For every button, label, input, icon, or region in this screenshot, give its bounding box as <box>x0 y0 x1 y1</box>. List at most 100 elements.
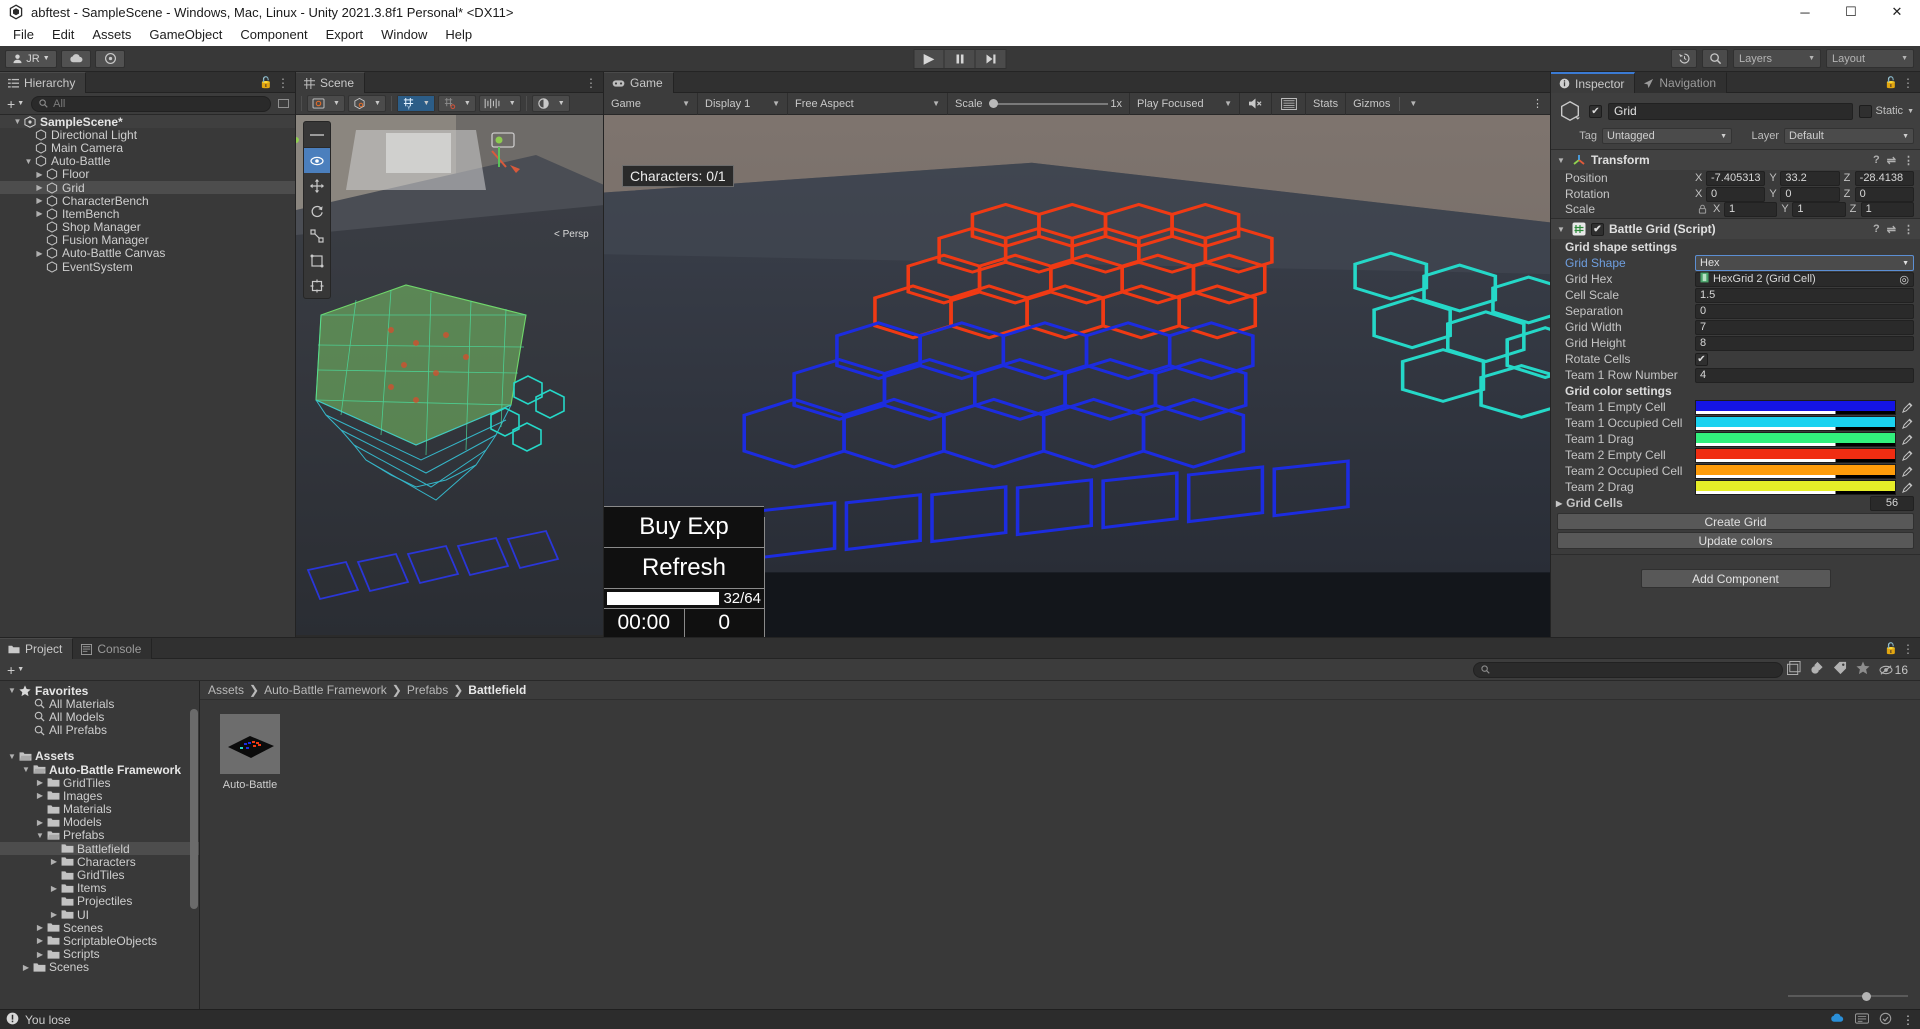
hierarchy-search-input[interactable]: All <box>31 95 271 112</box>
scale-x-field[interactable]: 1 <box>1724 201 1778 217</box>
chevron-right-icon[interactable]: ▶ <box>34 923 46 932</box>
step-button[interactable] <box>975 48 1007 69</box>
api-updating-icon[interactable] <box>1855 1012 1869 1028</box>
chevron-down-icon[interactable]: ▼ <box>6 752 18 761</box>
scene-2d-dropdown[interactable]: ▼ <box>370 96 385 111</box>
pause-button[interactable] <box>944 48 976 69</box>
project-tree-item-battlefield[interactable]: ▶Battlefield <box>0 842 199 856</box>
scene-gizmo-cube-icon[interactable] <box>349 96 370 111</box>
separation-field[interactable]: 0 <box>1695 303 1914 319</box>
scene-menu-icon[interactable]: ⋮ <box>585 76 597 90</box>
eyedropper-icon[interactable] <box>1900 466 1914 477</box>
chevron-right-icon[interactable]: ▶ <box>34 209 45 218</box>
transform-menu-icon[interactable]: ⋮ <box>1903 154 1914 167</box>
team-1-empty-cell-color-swatch[interactable] <box>1695 399 1896 415</box>
menu-item-assets[interactable]: Assets <box>83 24 140 46</box>
hierarchy-item-directional-light[interactable]: ▶Directional Light <box>0 128 295 142</box>
project-tree-item-characters[interactable]: ▶ Characters <box>0 855 199 869</box>
eyedropper-icon[interactable] <box>1900 418 1914 429</box>
eyedropper-icon[interactable] <box>1900 450 1914 461</box>
rotation-z-field[interactable]: 0 <box>1854 186 1914 202</box>
scene-grid-axis-icon[interactable]: Y <box>397 96 419 111</box>
project-tree-item-projectiles[interactable]: ▶Projectiles <box>0 894 199 908</box>
project-search-input[interactable] <box>1472 661 1783 678</box>
rotate-cells-checkbox[interactable]: ✔ <box>1695 352 1708 366</box>
project-tree-item-gridtiles[interactable]: ▶GridTiles <box>0 868 199 882</box>
grid-hex-object-field[interactable]: HexGrid 2 (Grid Cell) ◎ <box>1695 271 1914 287</box>
chevron-right-icon[interactable]: ▶ <box>34 249 45 258</box>
eyedropper-icon[interactable] <box>1900 402 1914 413</box>
chevron-right-icon[interactable]: ▶ <box>34 818 46 827</box>
hierarchy-item-itembench[interactable]: ▶ ItemBench <box>0 207 295 221</box>
asset-zoom-slider[interactable] <box>1788 990 1908 1002</box>
tag-dropdown[interactable]: Untagged ▼ <box>1602 128 1732 144</box>
team-2-occupied-cell-color-swatch[interactable] <box>1695 463 1896 479</box>
object-picker-icon[interactable]: ◎ <box>1899 273 1909 286</box>
chevron-right-icon[interactable]: ▶ <box>34 170 45 179</box>
rotate-tool-button[interactable] <box>304 198 330 223</box>
project-menu-icon[interactable]: ⋮ <box>1902 642 1914 656</box>
lock-icon[interactable]: 🔓 <box>259 76 273 89</box>
team-1-row-number-field[interactable]: 4 <box>1695 367 1914 383</box>
game-playmode-dropdown[interactable]: Play Focused ▼ <box>1130 92 1240 115</box>
grid-height-field[interactable]: 8 <box>1695 335 1914 351</box>
collab-status-icon[interactable] <box>1830 1012 1845 1027</box>
maximize-button[interactable]: ☐ <box>1828 0 1874 24</box>
static-checkbox[interactable] <box>1858 104 1872 118</box>
project-tree-item-ui[interactable]: ▶ UI <box>0 908 199 922</box>
chevron-down-icon[interactable]: ▼ <box>34 831 46 840</box>
project-tree-item-materials[interactable]: ▶Materials <box>0 802 199 816</box>
inspector-menu-icon[interactable]: ⋮ <box>1902 76 1914 90</box>
game-gizmos-button[interactable]: Gizmos ▼ <box>1346 93 1424 115</box>
preset-icon[interactable]: ⇌ <box>1887 223 1896 236</box>
project-tree-item-assets[interactable]: ▼ Assets <box>0 749 199 763</box>
refresh-button[interactable]: Refresh <box>604 548 764 589</box>
project-tree-item-prefabs[interactable]: ▼ Prefabs <box>0 828 199 842</box>
project-lock-icon[interactable]: 🔓 <box>1884 642 1898 655</box>
team-2-empty-cell-color-swatch[interactable] <box>1695 447 1896 463</box>
scene-grid-group[interactable]: Y ▼ <box>396 95 435 112</box>
preset-icon[interactable]: ⇌ <box>1887 154 1896 167</box>
add-component-button[interactable]: Add Component <box>1640 569 1831 588</box>
battle-grid-enabled-checkbox[interactable]: ✔ <box>1591 222 1604 236</box>
asset-item[interactable]: Auto-Battle <box>220 714 280 791</box>
grid-cells-count[interactable]: 56 <box>1870 495 1914 511</box>
game-mute-button[interactable] <box>1240 92 1272 115</box>
chevron-right-icon[interactable]: ▶ <box>20 963 32 972</box>
hierarchy-extra-icon[interactable] <box>275 96 291 112</box>
team-2-drag-color-swatch[interactable] <box>1695 479 1896 495</box>
battle-grid-header[interactable]: ▼ ✔ Battle Grid (Script) ? ⇌ ⋮ <box>1551 219 1920 239</box>
chevron-down-icon[interactable]: ▼ <box>20 765 32 774</box>
transform-tool-button[interactable] <box>304 273 330 298</box>
search-in-window-icon[interactable] <box>1786 661 1801 678</box>
breadcrumb-item-assets[interactable]: Assets <box>208 683 244 697</box>
project-tree-item-auto-battle-framework[interactable]: ▼ Auto-Battle Framework <box>0 763 199 777</box>
hierarchy-add-button[interactable]: + ▼ <box>4 96 27 112</box>
chevron-right-icon[interactable]: ▶ <box>48 857 60 866</box>
hierarchy-item-main-camera[interactable]: ▶Main Camera <box>0 141 295 155</box>
filter-label-icon[interactable] <box>1833 661 1847 678</box>
chevron-right-icon[interactable]: ▶ <box>34 950 46 959</box>
game-scale-slider[interactable]: Scale 1x <box>948 92 1130 115</box>
scene-grid-dropdown[interactable]: ▼ <box>418 96 434 111</box>
hierarchy-item-characterbench[interactable]: ▶ CharacterBench <box>0 194 295 208</box>
cell-scale-field[interactable]: 1.5 <box>1695 287 1914 303</box>
project-tree-item-gridtiles[interactable]: ▶GridTiles <box>0 776 199 790</box>
hierarchy-item-eventsystem[interactable]: ▶EventSystem <box>0 260 295 274</box>
transform-header[interactable]: ▼ Transform ? ⇌ ⋮ <box>1551 150 1920 170</box>
project-tree-item-scriptableobjects[interactable]: ▶ ScriptableObjects <box>0 934 199 948</box>
cloud-button[interactable] <box>61 49 91 68</box>
collab-button[interactable] <box>95 49 125 68</box>
position-x-field[interactable]: -7.405313 <box>1706 170 1766 186</box>
project-tree-item-all-prefabs[interactable]: ▶All Prefabs <box>0 723 199 737</box>
chevron-right-icon[interactable]: ▶ <box>34 183 45 192</box>
project-folder-tree[interactable]: ▼Favorites▶All Materials▶All Models▶All … <box>0 681 200 1009</box>
tab-scene[interactable]: Scene <box>296 72 366 93</box>
project-tree-item-images[interactable]: ▶ Images <box>0 789 199 803</box>
scale-lock-icon[interactable] <box>1695 204 1709 215</box>
chevron-down-icon[interactable]: ▼ <box>23 157 34 166</box>
menu-item-window[interactable]: Window <box>372 24 436 46</box>
scene-viewport[interactable]: < Persp <box>296 115 603 637</box>
scene-snap-dropdown[interactable]: ▼ <box>460 96 475 111</box>
game-display-dropdown[interactable]: Display 1 ▼ <box>698 92 788 115</box>
